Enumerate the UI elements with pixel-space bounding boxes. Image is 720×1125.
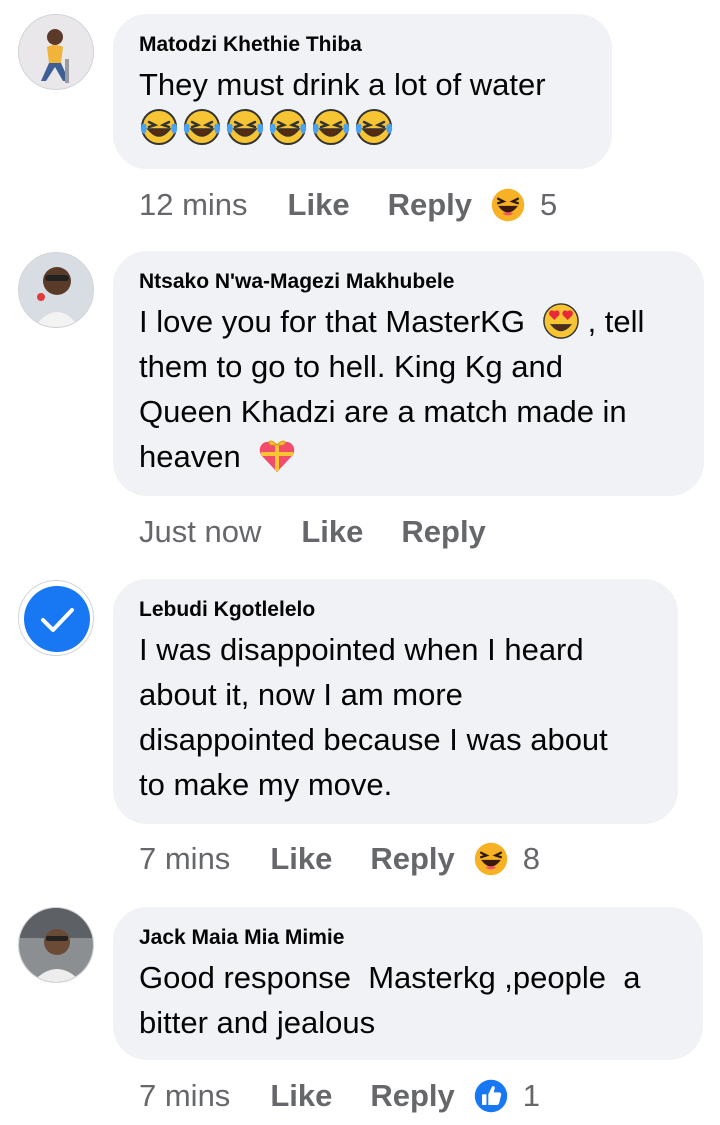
- comment-bubble: Ntsako N'wa-Magezi Makhubele I love you …: [113, 251, 704, 496]
- comment-time[interactable]: 12 mins: [139, 187, 248, 223]
- reply-button[interactable]: Reply: [370, 841, 454, 877]
- comment-text-line: Queen Khadzi are a match made in: [139, 394, 627, 429]
- comment-text-line: to make my move.: [139, 767, 393, 802]
- haha-reaction-icon: [473, 841, 509, 877]
- laughing-crying-emoji-icon: [139, 107, 179, 147]
- avatar[interactable]: [18, 252, 94, 328]
- comment-actions: Just now Like Reply: [139, 512, 524, 552]
- comment-text: I was disappointed when I heard about it…: [139, 627, 652, 807]
- comment-text-line: about it, now I am more: [139, 677, 463, 712]
- reply-button[interactable]: Reply: [401, 514, 485, 550]
- comment-author[interactable]: Jack Maia Mia Mimie: [139, 925, 677, 951]
- reaction-summary[interactable]: 8: [473, 841, 540, 877]
- reaction-count: 5: [540, 187, 558, 222]
- comment-text-line: Good response Masterkg ,people a: [139, 960, 641, 995]
- comment-text-line: bitter and jealous: [139, 1005, 376, 1040]
- comment-actions: 7 mins Like Reply 1: [139, 1076, 540, 1116]
- avatar[interactable]: [18, 14, 94, 90]
- comment-text-line: I was disappointed when I heard: [139, 632, 584, 667]
- like-button[interactable]: Like: [270, 841, 332, 877]
- comment-text-line: them to go to hell. King Kg and: [139, 349, 563, 384]
- reply-button[interactable]: Reply: [388, 187, 472, 223]
- avatar[interactable]: [18, 907, 94, 983]
- like-reaction-icon: [473, 1078, 509, 1114]
- gift-heart-emoji-icon: [257, 436, 297, 476]
- comment-author[interactable]: Ntsako N'wa-Magezi Makhubele: [139, 269, 678, 295]
- comment-text-line: I love you for that MasterKG: [139, 304, 525, 339]
- comment-text: They must drink a lot of water: [139, 67, 546, 102]
- avatar[interactable]: [18, 580, 94, 656]
- comment-actions: 12 mins Like Reply 5: [139, 185, 557, 225]
- comment-time[interactable]: Just now: [139, 514, 261, 550]
- like-button[interactable]: Like: [301, 514, 363, 550]
- like-button[interactable]: Like: [288, 187, 350, 223]
- comment-bubble: Matodzi Khethie Thiba They must drink a …: [113, 14, 612, 169]
- comment-time[interactable]: 7 mins: [139, 1078, 230, 1114]
- comment-time[interactable]: 7 mins: [139, 841, 230, 877]
- comment-text-line: , tell: [587, 304, 645, 339]
- reaction-count: 1: [522, 1078, 541, 1113]
- reply-button[interactable]: Reply: [370, 1078, 454, 1114]
- emoji-row: [139, 107, 586, 147]
- comment-bubble: Lebudi Kgotlelelo I was disappointed whe…: [113, 579, 678, 824]
- comment-author[interactable]: Matodzi Khethie Thiba: [139, 32, 586, 58]
- comment-bubble: Jack Maia Mia Mimie Good response Master…: [113, 907, 703, 1060]
- haha-reaction-icon: [490, 187, 526, 223]
- comment-actions: 7 mins Like Reply 8: [139, 839, 540, 879]
- laughing-crying-emoji-icon: [182, 107, 222, 147]
- laughing-crying-emoji-icon: [225, 107, 265, 147]
- laughing-crying-emoji-icon: [354, 107, 394, 147]
- heart-eyes-emoji-icon: [542, 302, 580, 340]
- comment-text: I love you for that MasterKG , tell them…: [139, 299, 678, 479]
- comment-author[interactable]: Lebudi Kgotlelelo: [139, 597, 652, 623]
- laughing-crying-emoji-icon: [268, 107, 308, 147]
- laughing-crying-emoji-icon: [311, 107, 351, 147]
- comment-text-line: disappointed because I was about: [139, 722, 608, 757]
- reaction-summary[interactable]: 5: [490, 187, 557, 223]
- reaction-summary[interactable]: 1: [473, 1078, 540, 1114]
- reaction-count: 8: [522, 841, 541, 876]
- like-button[interactable]: Like: [270, 1078, 332, 1114]
- comment-text-line: heaven: [139, 439, 241, 474]
- comment-text: Good response Masterkg ,people a bitter …: [139, 955, 677, 1045]
